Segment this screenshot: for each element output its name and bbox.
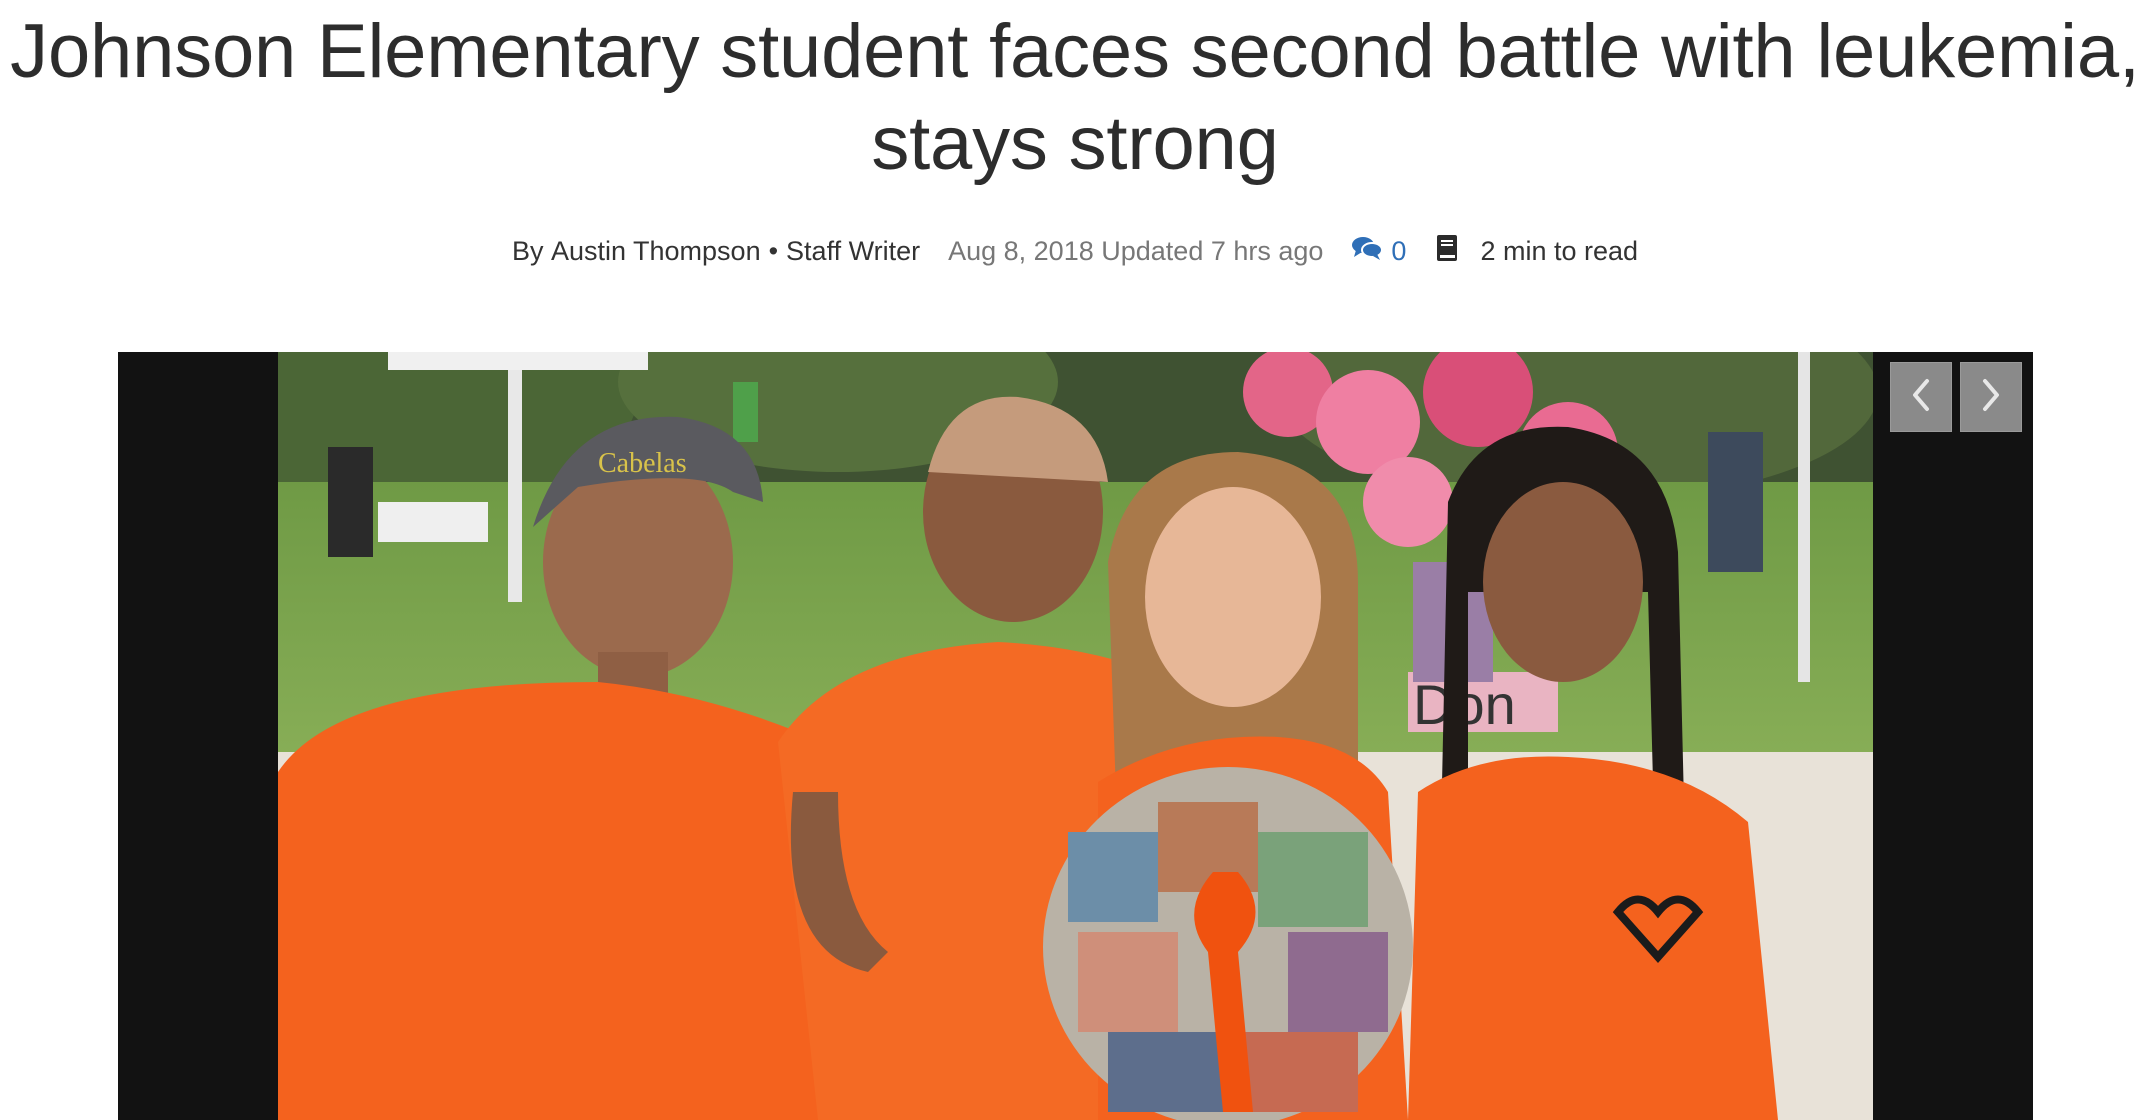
comments-link[interactable]: 0 (1351, 235, 1406, 268)
gallery-prev-button[interactable] (1890, 362, 1952, 432)
gallery-photo[interactable]: Don Cabelas (278, 352, 1873, 1120)
read-time-label: 2 min to read (1480, 235, 1639, 266)
article-meta: By Austin Thompson • Staff Writer Aug 8,… (0, 226, 2150, 276)
chevron-left-icon (1909, 375, 1933, 420)
book-icon (1436, 234, 1458, 269)
publish-date: Aug 8, 2018 (948, 235, 1094, 266)
chevron-right-icon (1979, 375, 2003, 420)
author-role: Staff Writer (786, 235, 921, 266)
updated-time: Updated 7 hrs ago (1101, 235, 1324, 266)
article-dates: Aug 8, 2018 Updated 7 hrs ago (948, 236, 1323, 267)
photo-gallery: Don Cabelas (118, 352, 2033, 1120)
photo-illustration: Don Cabelas (278, 352, 1873, 1120)
byline-separator: • (768, 235, 779, 266)
photo-cap-logo: Cabelas (598, 448, 687, 479)
read-time: 2 min to read (1436, 234, 1638, 269)
comments-icon (1351, 235, 1384, 268)
comment-count: 0 (1391, 235, 1407, 266)
author-link[interactable]: Austin Thompson (551, 236, 761, 267)
article-headline: Johnson Elementary student faces second … (10, 9, 2140, 186)
gallery-next-button[interactable] (1960, 362, 2022, 432)
byline-prefix: By (511, 235, 544, 266)
